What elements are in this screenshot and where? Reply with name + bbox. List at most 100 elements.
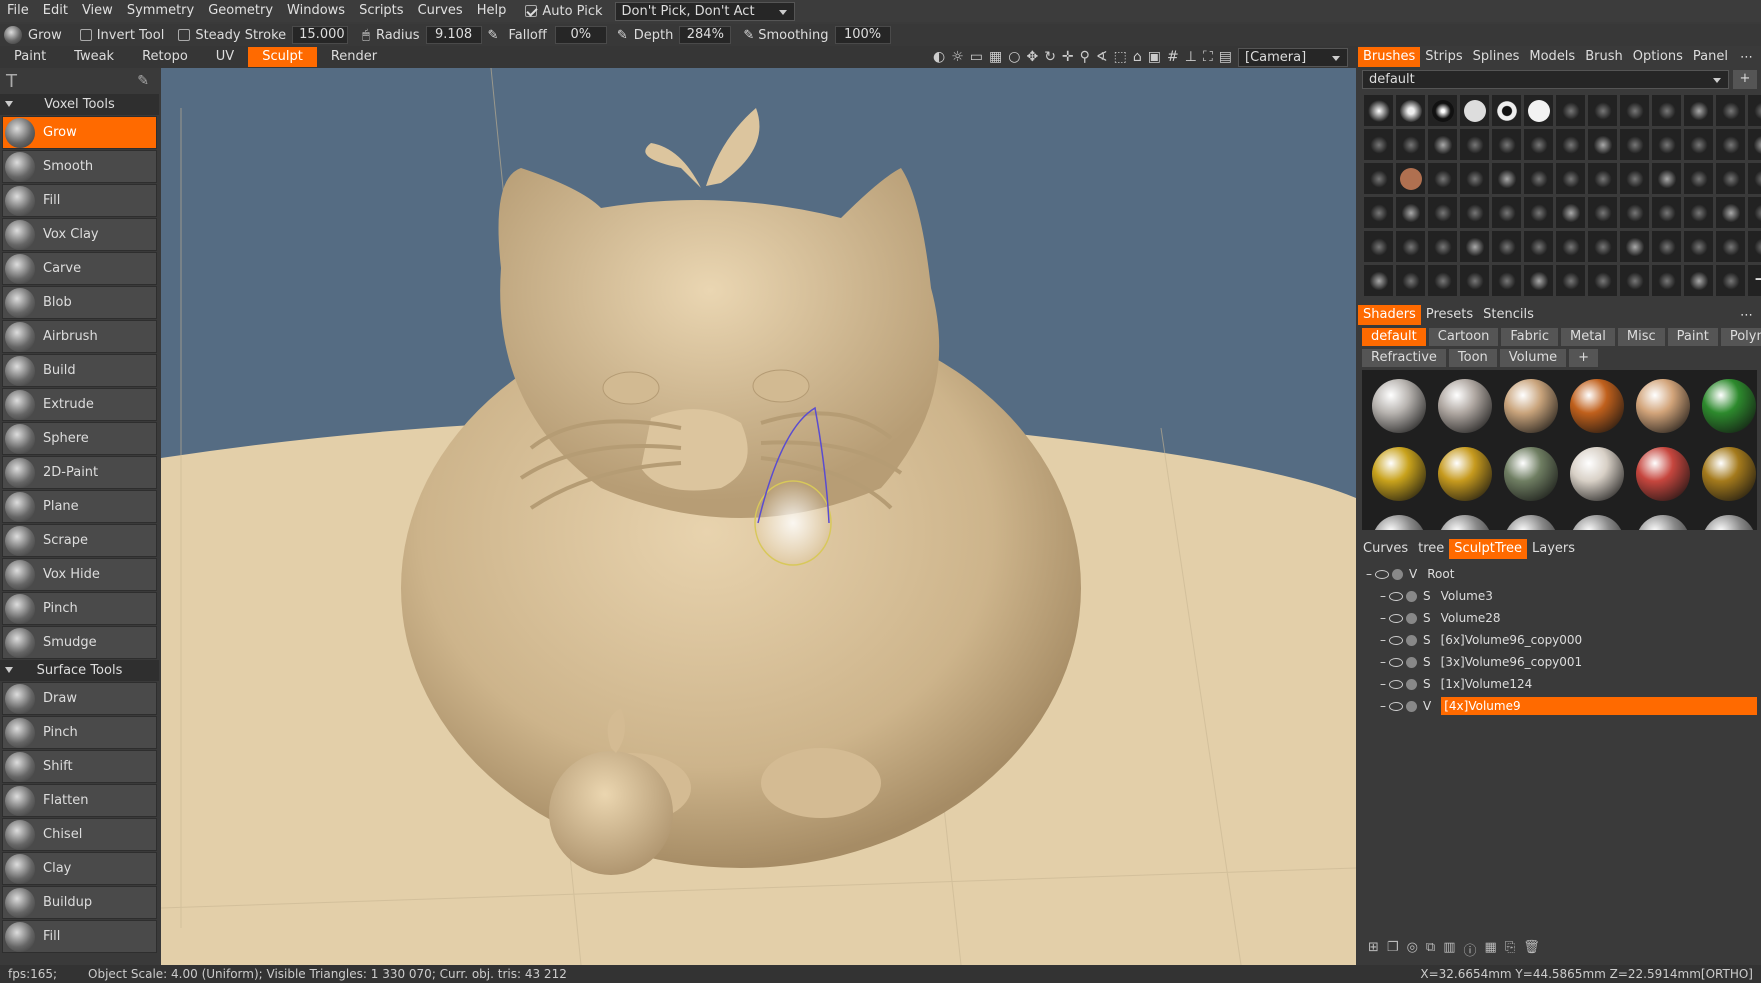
tool-smudge[interactable]: Smudge (2, 626, 157, 659)
brush-alpha-item[interactable] (1588, 265, 1617, 296)
brush-alpha-item[interactable] (1652, 231, 1681, 262)
brush-alpha-item[interactable] (1716, 129, 1745, 160)
light-icon[interactable]: ☼ (951, 49, 964, 65)
brush-alpha-item[interactable] (1492, 231, 1521, 262)
shader-cat-polymer[interactable]: Polymer (1720, 328, 1761, 346)
shader-item[interactable] (1434, 374, 1496, 438)
brush-alpha-item[interactable] (1492, 129, 1521, 160)
ghost-toggle-icon[interactable] (1406, 678, 1417, 690)
pan-icon[interactable]: ✥ (1026, 49, 1038, 65)
visibility-eye-icon[interactable] (1389, 635, 1403, 645)
steady-stroke-checkbox[interactable] (178, 29, 191, 41)
viewport-3d[interactable] (161, 68, 1356, 965)
room-tab-uv[interactable]: UV (202, 47, 248, 67)
brush-alpha-item[interactable] (1556, 95, 1585, 126)
shader-cat-refractive[interactable]: Refractive (1362, 349, 1446, 367)
radius-label[interactable]: Radius (376, 28, 420, 43)
room-tab-tweak[interactable]: Tweak (60, 47, 128, 67)
depth-label[interactable]: Depth (634, 28, 674, 43)
brush-alpha-item[interactable] (1620, 163, 1649, 194)
brush-alpha-item[interactable] (1748, 231, 1761, 262)
shader-item[interactable] (1632, 442, 1694, 506)
smoothing-value[interactable]: 100% (834, 26, 891, 44)
brush-alpha-item[interactable] (1684, 231, 1713, 262)
visibility-eye-icon[interactable] (1389, 679, 1403, 689)
tab-stencils[interactable]: Stencils (1478, 305, 1539, 325)
shader-item[interactable] (1566, 374, 1628, 438)
brush-alpha-item[interactable] (1460, 95, 1489, 126)
tree-node[interactable]: – S [6x]Volume96_copy000 (1358, 629, 1761, 651)
brush-alpha-item[interactable] (1588, 129, 1617, 160)
shader-cat-default[interactable]: default (1362, 328, 1426, 346)
tab-sculpttree[interactable]: SculptTree (1449, 539, 1527, 559)
brush-alpha-item[interactable] (1652, 95, 1681, 126)
brush-alpha-item[interactable] (1428, 265, 1457, 296)
shader-item[interactable] (1368, 442, 1430, 506)
hash-icon[interactable]: # (1167, 49, 1179, 65)
brush-alpha-item[interactable] (1396, 95, 1425, 126)
auto-pick-checkbox[interactable] (525, 5, 538, 17)
brush-alpha-item[interactable] (1492, 197, 1521, 228)
shader-item[interactable] (1632, 510, 1694, 530)
tool-extrude[interactable]: Extrude (2, 388, 157, 421)
tool-build[interactable]: Build (2, 354, 157, 387)
shader-item[interactable] (1698, 510, 1757, 530)
brush-alpha-item[interactable] (1748, 197, 1761, 228)
shader-item[interactable] (1500, 442, 1562, 506)
brush-alpha-item[interactable] (1460, 163, 1489, 194)
falloff-label[interactable]: Falloff (508, 28, 546, 43)
brush-alpha-item[interactable] (1364, 129, 1393, 160)
tab-panel[interactable]: Panel (1688, 47, 1733, 67)
tool-grow[interactable]: Grow (2, 116, 157, 149)
tool-scrape[interactable]: Scrape (2, 524, 157, 557)
menu-geometry[interactable]: Geometry (201, 0, 280, 22)
merge-icon[interactable]: ⧉ (1426, 940, 1435, 959)
brush-alpha-item[interactable] (1620, 95, 1649, 126)
rotate-icon[interactable]: ↻ (1044, 49, 1056, 65)
clone-icon[interactable]: ❐ (1387, 940, 1399, 959)
visibility-eye-icon[interactable] (1389, 701, 1403, 711)
collapse-icon[interactable]: – (1380, 633, 1386, 647)
room-tab-paint[interactable]: Paint (0, 47, 60, 67)
tab-brushes[interactable]: Brushes (1358, 47, 1421, 67)
ghost-toggle-icon[interactable] (1392, 568, 1403, 580)
visibility-eye-icon[interactable] (1389, 657, 1403, 667)
tool-buildup[interactable]: Buildup (2, 886, 157, 919)
tree-node[interactable]: – V Root (1358, 563, 1761, 585)
zoom-icon[interactable]: ⚲ (1080, 49, 1090, 65)
axis-icon[interactable]: ⊥ (1185, 49, 1197, 65)
steady-stroke-label[interactable]: Steady Stroke (195, 28, 286, 43)
camera-dropdown[interactable]: [Camera] (1238, 47, 1348, 67)
brush-alpha-item[interactable] (1460, 265, 1489, 296)
brush-alpha-item[interactable] (1716, 231, 1745, 262)
shader-cat-misc[interactable]: Misc (1617, 328, 1665, 346)
delete-icon[interactable]: 🗑 (1523, 940, 1540, 959)
collapse-icon[interactable]: – (1380, 611, 1386, 625)
tree-node[interactable]: – V [4x]Volume9 (1358, 695, 1761, 717)
brush-alpha-item[interactable] (1556, 129, 1585, 160)
brush-preset-dropdown[interactable]: default (1362, 70, 1729, 89)
brush-alpha-item[interactable] (1492, 95, 1521, 126)
brush-alpha-item[interactable] (1396, 129, 1425, 160)
menu-file[interactable]: File (0, 0, 36, 22)
tool-clay[interactable]: Clay (2, 852, 157, 885)
cube-icon[interactable]: ▣ (1148, 49, 1161, 65)
brush-alpha-item[interactable] (1716, 197, 1745, 228)
brush-alpha-item[interactable] (1556, 265, 1585, 296)
fit-icon[interactable]: ⬚ (1114, 49, 1127, 65)
collapse-icon[interactable]: – (1380, 677, 1386, 691)
shader-item[interactable] (1500, 374, 1562, 438)
brush-alpha-item[interactable] (1684, 129, 1713, 160)
brush-alpha-item[interactable] (1620, 197, 1649, 228)
brush-alpha-item[interactable] (1364, 197, 1393, 228)
mouse-icon[interactable]: 🖱 (362, 28, 370, 43)
ghost-toggle-icon[interactable] (1406, 612, 1417, 624)
tool-sphere[interactable]: Sphere (2, 422, 157, 455)
shader-item[interactable] (1698, 442, 1757, 506)
visibility-eye-icon[interactable] (1389, 591, 1403, 601)
collapse-icon[interactable]: – (1380, 699, 1386, 713)
shader-item[interactable] (1368, 510, 1430, 530)
tab-tree[interactable]: tree (1413, 539, 1449, 559)
tool-surface-fill[interactable]: Fill (2, 920, 157, 953)
brush-alpha-item[interactable] (1556, 231, 1585, 262)
